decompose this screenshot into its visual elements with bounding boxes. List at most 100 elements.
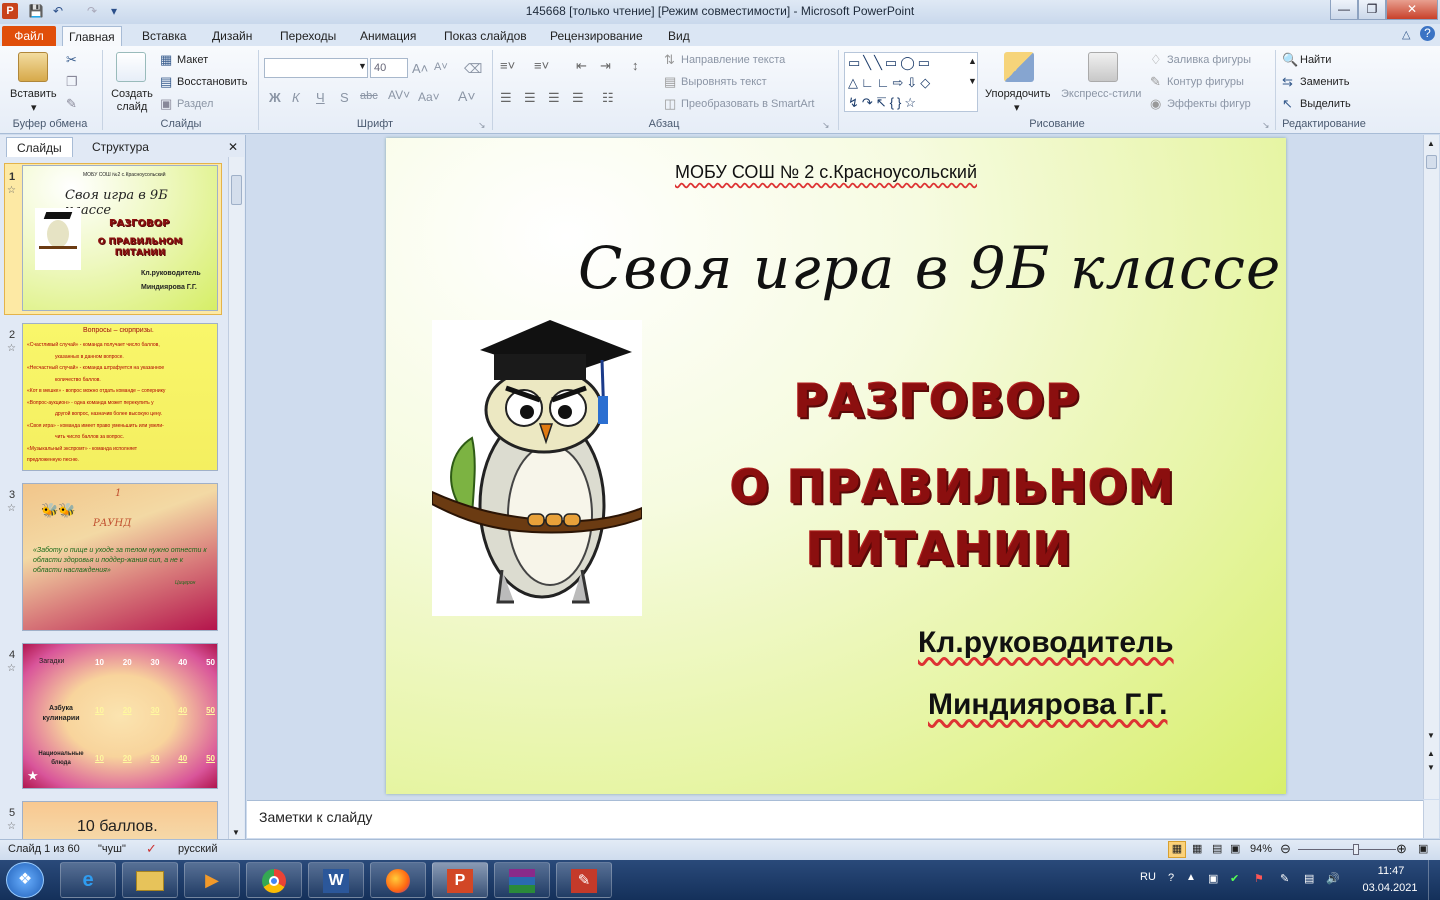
underline-button[interactable]: Ч [316, 90, 325, 105]
owl-image[interactable] [431, 320, 643, 616]
help-tray-icon[interactable]: ? [1168, 872, 1174, 884]
grow-font-icon[interactable]: A˄ [412, 61, 428, 76]
slide-red-heading-line-1[interactable]: РАЗГОВОР [794, 374, 1080, 428]
slide-thumbnail-5[interactable]: 10 баллов. [22, 801, 218, 839]
taskbar-chrome-button[interactable] [246, 862, 302, 898]
taskbar-winrar-button[interactable] [494, 862, 550, 898]
numbering-icon[interactable]: ≡˅ [534, 58, 549, 74]
change-case-icon[interactable]: Aa˅ [418, 90, 440, 104]
section-button[interactable]: Раздел [177, 98, 213, 110]
slide-sorter-icon[interactable]: ▦ [1192, 842, 1202, 855]
convert-smartart-button[interactable]: Преобразовать в SmartArt [681, 98, 814, 110]
zoom-out-icon[interactable]: ⊖ [1280, 841, 1291, 857]
font-color-icon[interactable]: A˅ [458, 88, 476, 104]
tray-security-icon[interactable]: ✔ [1230, 872, 1239, 885]
input-language[interactable]: RU [1140, 871, 1156, 883]
slide-thumbnail-2[interactable]: Вопросы – сюрпризы. «Счастливый случай» … [22, 323, 218, 471]
zoom-slider-thumb[interactable] [1353, 844, 1360, 855]
volume-icon[interactable]: 🔊 [1326, 872, 1340, 885]
notes-scrollbar[interactable] [1423, 800, 1439, 838]
slide-red-heading-line-2[interactable]: О ПРАВИЛЬНОМ [730, 460, 1175, 514]
slide-author-name[interactable]: Миндиярова Г.Г. [928, 688, 1167, 722]
reading-view-icon[interactable]: ▤ [1212, 842, 1222, 855]
slide-author-role[interactable]: Кл.руководитель [918, 626, 1174, 660]
bold-button[interactable]: Ж [269, 90, 281, 105]
align-text-button[interactable]: Выровнять текст [681, 76, 767, 88]
tab-design[interactable]: Дизайн [206, 26, 258, 46]
clock-time[interactable]: 11:47 [1366, 865, 1416, 877]
shapes-scroll-up-icon[interactable]: ▲ [968, 56, 977, 66]
restore-button[interactable]: ❐ [1358, 0, 1386, 20]
arrange-dropdown-icon[interactable]: ▾ [1014, 101, 1020, 114]
editor-scroll-up-icon[interactable]: ▲ [1427, 139, 1435, 148]
select-button[interactable]: Выделить [1300, 98, 1351, 110]
start-button[interactable]: ❖ [6, 862, 44, 898]
minimize-button[interactable]: — [1330, 0, 1358, 20]
align-right-icon[interactable]: ☰ [548, 90, 560, 106]
panel-scrollbar[interactable]: ▼ [228, 157, 244, 839]
editor-scroll-down-icon[interactable]: ▼ [1427, 731, 1435, 740]
normal-view-icon[interactable]: ▦ [1168, 841, 1186, 858]
clock-date[interactable]: 03.04.2021 [1358, 882, 1422, 894]
tab-transitions[interactable]: Переходы [274, 26, 342, 46]
find-button[interactable]: Найти [1300, 54, 1331, 66]
tab-slides[interactable]: Слайды [6, 137, 73, 157]
slide-thumbnail-1[interactable]: МОБУ СОШ №2 с.Красноусольский Своя игра … [22, 165, 218, 311]
tray-pen-icon[interactable]: ✎ [1280, 872, 1289, 885]
tab-slideshow[interactable]: Показ слайдов [438, 26, 533, 46]
new-slide-button[interactable]: Создать слайд [110, 88, 154, 114]
tray-flag-icon[interactable]: ⚑ [1254, 872, 1264, 885]
taskbar-powerpoint-button[interactable]: P [432, 862, 488, 898]
font-name-input[interactable] [264, 58, 368, 78]
zoom-in-icon[interactable]: ⊕ [1396, 841, 1407, 857]
fit-to-window-icon[interactable]: ▣ [1418, 842, 1428, 855]
taskbar-firefox-button[interactable] [370, 862, 426, 898]
taskbar-ie-button[interactable]: e [60, 862, 116, 898]
tab-home[interactable]: Главная [62, 26, 122, 46]
minimize-ribbon-icon[interactable]: △ [1402, 27, 1410, 43]
tab-review[interactable]: Рецензирование [544, 26, 649, 46]
font-size-input[interactable]: 40 [370, 58, 408, 78]
shape-outline-button[interactable]: Контур фигуры [1167, 76, 1244, 88]
zoom-slider[interactable] [1298, 844, 1396, 855]
tray-app-icon[interactable]: ▣ [1208, 872, 1218, 885]
next-slide-icon[interactable]: ▼ [1427, 763, 1435, 772]
tray-expand-icon[interactable]: ▲ [1186, 872, 1196, 883]
columns-icon[interactable]: ☷ [602, 90, 614, 106]
close-button[interactable]: ✕ [1386, 0, 1438, 20]
paragraph-dialog-launcher-icon[interactable]: ↘ [822, 120, 830, 131]
network-icon[interactable]: ▤ [1304, 872, 1314, 885]
tab-view[interactable]: Вид [662, 26, 696, 46]
quick-styles-icon[interactable] [1088, 52, 1118, 82]
increase-indent-icon[interactable]: ⇥ [600, 58, 611, 74]
layout-button[interactable]: Макет [177, 54, 208, 66]
clear-format-icon[interactable]: ⌫ [464, 61, 482, 77]
slide-school-name[interactable]: МОБУ СОШ № 2 с.Красноусольский [386, 162, 1266, 183]
help-icon[interactable]: ? [1420, 26, 1435, 41]
panel-scroll-thumb[interactable] [231, 175, 242, 205]
font-name-dropdown-icon[interactable]: ▼ [358, 61, 367, 71]
editor-scroll-thumb[interactable] [1426, 155, 1437, 169]
shapes-gallery[interactable]: ▭╲╲▭◯▭ △∟∟⇨⇩◇ ↯↷↸{}☆ [844, 52, 978, 112]
previous-slide-icon[interactable]: ▲ [1427, 749, 1435, 758]
text-direction-button[interactable]: Направление текста [681, 54, 785, 66]
font-dialog-launcher-icon[interactable]: ↘ [478, 120, 486, 131]
slideshow-view-icon[interactable]: ▣ [1230, 842, 1240, 855]
taskbar-media-button[interactable]: ▶ [184, 862, 240, 898]
editor-scrollbar[interactable]: ▲ ▼ ▲ ▼ [1423, 135, 1439, 799]
char-spacing-icon[interactable]: AV˅ [388, 88, 410, 102]
shrink-font-icon[interactable]: A˅ [434, 61, 448, 73]
language-indicator[interactable]: русский [178, 843, 217, 855]
align-center-icon[interactable]: ☰ [524, 90, 536, 106]
italic-button[interactable]: К [292, 90, 300, 105]
tab-outline[interactable]: Структура [82, 137, 159, 157]
spellcheck-icon[interactable]: ✓ [146, 841, 157, 857]
slide-red-heading-line-3[interactable]: ПИТАНИИ [806, 522, 1072, 576]
slide-thumbnail-4[interactable]: Загадки Азбука кулинарии Национальные бл… [22, 643, 218, 789]
format-painter-icon[interactable]: ✎ [66, 96, 77, 112]
strikethrough-button[interactable]: abc [360, 90, 378, 102]
slide-thumbnail-3[interactable]: 1 🐝🐝 РАУНД «Заботу о пище и уходе за тел… [22, 483, 218, 631]
paste-icon[interactable] [18, 52, 48, 82]
quick-styles-button[interactable]: Экспресс-стили [1061, 88, 1141, 100]
taskbar-pdf-button[interactable]: ✎ [556, 862, 612, 898]
